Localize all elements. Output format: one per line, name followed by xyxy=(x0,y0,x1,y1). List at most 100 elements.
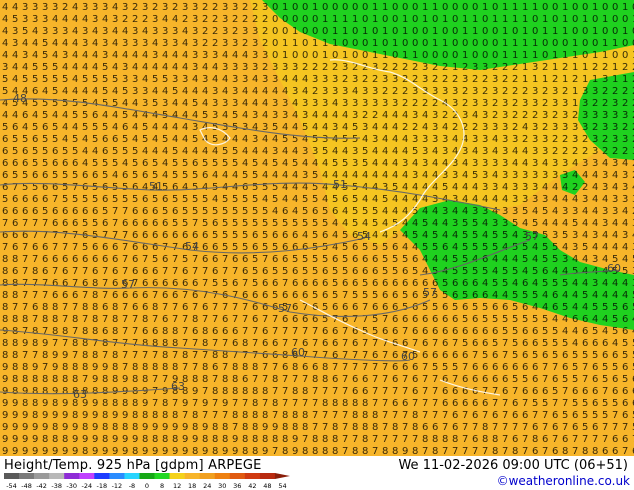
temperature-digit: 6 xyxy=(162,230,168,241)
temperature-digit: 4 xyxy=(102,110,108,121)
temperature-digit: 7 xyxy=(202,266,208,277)
temperature-digit: 8 xyxy=(132,386,138,397)
temperature-digit: 4 xyxy=(182,62,188,73)
credit-link[interactable]: ©weatheronline.co.uk xyxy=(497,474,630,488)
temperature-digit: 0 xyxy=(332,2,338,13)
temperature-digit: 3 xyxy=(572,242,578,253)
temperature-digit: 0 xyxy=(622,38,628,49)
temperature-digit: 3 xyxy=(332,122,338,133)
temperature-digit: 7 xyxy=(162,302,168,313)
temperature-digit: 7 xyxy=(332,386,338,397)
temperature-digit: 6 xyxy=(172,278,178,289)
temperature-digit: 4 xyxy=(502,290,508,301)
temperature-digit: 1 xyxy=(462,26,468,37)
temperature-digit: 3 xyxy=(192,50,198,61)
temperature-digit: 6 xyxy=(472,338,478,349)
temperature-digit: 6 xyxy=(512,362,518,373)
temperature-digit: 4 xyxy=(52,14,58,25)
temperature-digit: 4 xyxy=(112,170,118,181)
temperature-digit: 6 xyxy=(92,170,98,181)
temperature-digit: 4 xyxy=(422,170,428,181)
temperature-digit: 7 xyxy=(272,314,278,325)
temperature-digit: 3 xyxy=(462,110,468,121)
temperature-digit: 4 xyxy=(592,290,598,301)
temperature-digit: 3 xyxy=(572,134,578,145)
temperature-digit: 6 xyxy=(32,134,38,145)
temperature-digit: 7 xyxy=(362,302,368,313)
temperature-digit: 0 xyxy=(302,14,308,25)
temperature-digit: 5 xyxy=(42,50,48,61)
temperature-digit: 5 xyxy=(432,242,438,253)
temperature-digit: 3 xyxy=(452,86,458,97)
temperature-digit: 3 xyxy=(2,62,8,73)
temperature-digit: 3 xyxy=(502,218,508,229)
temperature-digit: 6 xyxy=(102,242,108,253)
temperature-digit: 7 xyxy=(432,410,438,421)
temperature-digit: 9 xyxy=(152,422,158,433)
temperature-digit: 5 xyxy=(192,170,198,181)
temperature-digit: 3 xyxy=(592,278,598,289)
temperature-digit: 7 xyxy=(192,398,198,409)
temperature-digit: 7 xyxy=(122,362,128,373)
temperature-digit: 9 xyxy=(202,398,208,409)
temperature-digit: 9 xyxy=(2,422,8,433)
temperature-digit: 3 xyxy=(522,194,528,205)
temperature-digit: 3 xyxy=(412,86,418,97)
temperature-digit: 1 xyxy=(292,26,298,37)
temperature-digit: 5 xyxy=(512,266,518,277)
temperature-digit: 5 xyxy=(32,62,38,73)
temperature-digit: 7 xyxy=(312,338,318,349)
temperature-digit: 3 xyxy=(532,170,538,181)
temperature-digit: 9 xyxy=(72,422,78,433)
temperature-digit: 5 xyxy=(562,374,568,385)
temperature-digit: 7 xyxy=(182,314,188,325)
temperature-digit: 3 xyxy=(312,74,318,85)
temperature-digit: 6 xyxy=(232,278,238,289)
temperature-digit: 5 xyxy=(502,230,508,241)
temperature-digit: 6 xyxy=(152,242,158,253)
temperature-digit: 3 xyxy=(162,2,168,13)
temperature-digit: 7 xyxy=(262,254,268,265)
temperature-digit: 8 xyxy=(2,254,8,265)
temperature-digit: 1 xyxy=(382,26,388,37)
temperature-digit: 0 xyxy=(312,50,318,61)
temperature-digit: 5 xyxy=(182,170,188,181)
colorbar-swatch xyxy=(49,473,65,479)
temperature-digit: 4 xyxy=(382,110,388,121)
temperature-digit: 5 xyxy=(352,218,358,229)
temperature-digit: 6 xyxy=(622,362,628,373)
temperature-digit: 5 xyxy=(42,110,48,121)
temperature-digit: 6 xyxy=(212,362,218,373)
temperature-digit: 8 xyxy=(202,362,208,373)
temperature-digit: 7 xyxy=(352,434,358,445)
temperature-digit: 7 xyxy=(192,338,198,349)
temperature-digit: 9 xyxy=(112,434,118,445)
temperature-digit: 5 xyxy=(92,122,98,133)
temperature-digit: 9 xyxy=(402,446,408,456)
temperature-digit: 4 xyxy=(32,110,38,121)
temperature-digit: 1 xyxy=(592,50,598,61)
temperature-digit: 3 xyxy=(502,146,508,157)
temperature-digit: 8 xyxy=(42,374,48,385)
temperature-digit: 5 xyxy=(72,110,78,121)
temperature-digit: 8 xyxy=(22,314,28,325)
temperature-digit: 6 xyxy=(272,278,278,289)
temperature-digit: 6 xyxy=(572,314,578,325)
temperature-digit: 8 xyxy=(532,434,538,445)
temperature-digit: 6 xyxy=(92,206,98,217)
temperature-digit: 8 xyxy=(352,422,358,433)
temperature-digit: 8 xyxy=(322,434,328,445)
temperature-digit: 6 xyxy=(492,350,498,361)
temperature-digit: 1 xyxy=(522,38,528,49)
temperature-digit: 5 xyxy=(152,74,158,85)
temperature-digit: 8 xyxy=(322,362,328,373)
temperature-digit: 3 xyxy=(422,62,428,73)
temperature-digit: 6 xyxy=(192,290,198,301)
temperature-digit: 7 xyxy=(72,302,78,313)
temperature-digit: 3 xyxy=(532,86,538,97)
temperature-digit: 3 xyxy=(192,122,198,133)
temperature-digit: 8 xyxy=(172,326,178,337)
temperature-digit: 8 xyxy=(22,374,28,385)
temperature-digit: 5 xyxy=(452,302,458,313)
temperature-digit: 6 xyxy=(452,290,458,301)
